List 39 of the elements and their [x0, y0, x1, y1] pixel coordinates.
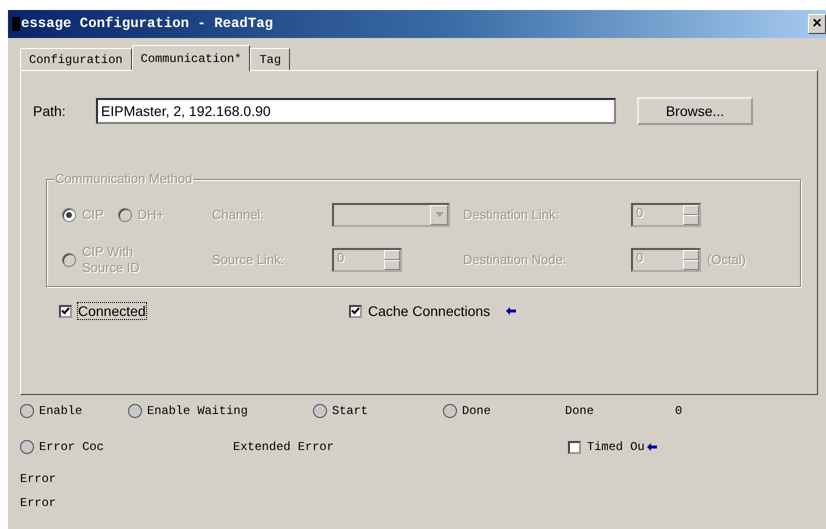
left-arrow-icon: [646, 443, 657, 451]
spin-arrows-icon: [683, 250, 699, 270]
browse-button[interactable]: Browse...: [637, 97, 753, 125]
tab[interactable]: Tag: [250, 48, 290, 70]
radio-label: DH+: [138, 207, 164, 222]
status-label: Error Coc: [39, 440, 104, 454]
status-label: Start: [332, 404, 368, 418]
path-label: Path:: [33, 103, 67, 119]
done-value: 0: [675, 404, 682, 418]
path-field[interactable]: EIPMaster, 2, 192.168.0.90: [96, 98, 616, 124]
left-arrow-icon: [506, 307, 516, 315]
tab[interactable]: Communication*: [132, 45, 250, 71]
spin-arrows-icon: [683, 204, 699, 224]
checkbox-label: Connected: [78, 303, 146, 319]
status-label: Enable: [39, 404, 82, 418]
error-label: Error: [20, 471, 58, 488]
group-title: Communication Method: [54, 171, 194, 186]
app-icon: [12, 17, 20, 31]
error-label: Error: [20, 495, 58, 512]
channel-label: Channel:: [212, 207, 266, 222]
radio-label: CIP: [82, 207, 104, 222]
close-button[interactable]: ×: [808, 14, 826, 34]
checkbox-label: Cache Connections: [368, 303, 490, 319]
tab[interactable]: Configuration: [20, 48, 132, 70]
status-label: Enable Waiting: [147, 404, 248, 418]
source-link-label: Source Link:: [212, 252, 286, 267]
status-label: Done: [462, 404, 491, 418]
octal-label: (Octal): [707, 252, 746, 267]
done-label: Done: [565, 404, 595, 418]
checkbox-label: Timed Ou: [587, 440, 645, 454]
checkbox[interactable]: [568, 440, 581, 454]
checkbox[interactable]: [59, 304, 72, 318]
radio-label: CIP With Source ID: [82, 244, 141, 276]
extended-error-label: Extended Error: [233, 440, 335, 454]
spin-arrows-icon: [384, 250, 400, 270]
destination-node-label: Destination Node:: [463, 252, 568, 267]
window-title: essage Configuration - ReadTag: [21, 16, 274, 32]
checkbox[interactable]: [349, 304, 362, 318]
destination-link-label: Destination Link:: [463, 207, 560, 222]
